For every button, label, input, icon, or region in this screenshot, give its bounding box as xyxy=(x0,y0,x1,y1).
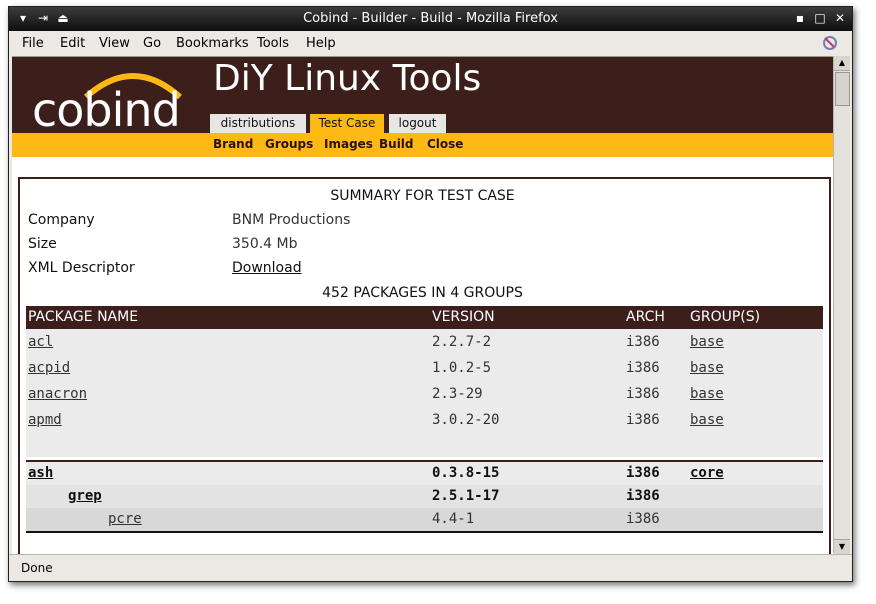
vertical-scrollbar[interactable]: ▲ ▼ xyxy=(833,56,850,554)
package-link[interactable]: acpid xyxy=(28,355,70,381)
site-title: DiY Linux Tools xyxy=(213,58,482,99)
arch-cell: i386 xyxy=(626,360,660,376)
menu-bar: File Edit View Go Bookmarks Tools Help xyxy=(9,31,852,55)
group-link[interactable]: base xyxy=(690,355,724,381)
xml-descriptor-label: XML Descriptor xyxy=(28,260,135,276)
menu-bookmarks[interactable]: Bookmarks xyxy=(176,36,249,51)
table-header: PACKAGE NAME VERSION ARCH GROUP(S) xyxy=(26,306,823,329)
table-row: acl 2.2.7-2 i386 base xyxy=(26,329,823,355)
tab-distributions[interactable]: distributions xyxy=(210,114,306,133)
tree-package-link[interactable]: grep xyxy=(68,485,102,508)
menu-view[interactable]: View xyxy=(99,36,130,51)
tab-test-case[interactable]: Test Case xyxy=(310,114,384,133)
table-row: acpid 1.0.2-5 i386 base xyxy=(26,355,823,381)
subnav-close[interactable]: Close xyxy=(427,137,463,151)
tree-package-link[interactable]: pcre xyxy=(108,508,142,531)
package-link[interactable]: acl xyxy=(28,329,53,355)
col-arch: ARCH xyxy=(626,309,665,325)
minimize-icon[interactable]: ▪ xyxy=(792,10,808,26)
col-groups: GROUP(S) xyxy=(690,309,761,325)
col-package-name: PACKAGE NAME xyxy=(28,309,139,325)
package-link[interactable]: anacron xyxy=(28,381,87,407)
summary-heading: SUMMARY FOR TEST CASE xyxy=(330,188,515,204)
table-row: anacron 2.3-29 i386 base xyxy=(26,381,823,407)
tree-row: ash 0.3.8-15 i386 core xyxy=(26,462,823,485)
version-cell: 1.0.2-5 xyxy=(432,360,492,376)
version-cell: 2.3-29 xyxy=(432,386,483,402)
site-logo[interactable]: cobind xyxy=(32,83,181,137)
table-spacer xyxy=(26,433,823,457)
table-row: apmd 3.0.2-20 i386 base xyxy=(26,407,823,433)
tree-package-link[interactable]: ash xyxy=(28,462,53,485)
menu-edit[interactable]: Edit xyxy=(60,36,85,51)
arch-cell: i386 xyxy=(626,386,660,402)
status-text: Done xyxy=(21,561,53,575)
menu-help[interactable]: Help xyxy=(306,36,336,51)
package-link[interactable]: apmd xyxy=(28,407,62,433)
maximize-icon[interactable]: □ xyxy=(812,10,828,26)
page-viewport: cobind DiY Linux Tools distributions Tes… xyxy=(12,56,833,554)
summary-panel: SUMMARY FOR TEST CASE Company BNM Produc… xyxy=(18,177,831,554)
tree-divider-bottom xyxy=(26,531,823,533)
subnav-build[interactable]: Build xyxy=(379,137,414,151)
version-cell: 2.2.7-2 xyxy=(432,334,492,350)
menu-tools[interactable]: Tools xyxy=(257,36,289,51)
throbber-icon xyxy=(823,36,837,50)
site-header: cobind DiY Linux Tools distributions Tes… xyxy=(12,57,833,137)
packages-heading: 452 PACKAGES IN 4 GROUPS xyxy=(322,285,523,301)
menu-go[interactable]: Go xyxy=(143,36,161,51)
arch-cell: i386 xyxy=(626,465,660,481)
version-cell: 3.0.2-20 xyxy=(432,412,500,428)
close-icon[interactable]: ✕ xyxy=(832,10,848,26)
arch-cell: i386 xyxy=(626,412,660,428)
download-link[interactable]: Download xyxy=(232,260,302,276)
col-version: VERSION xyxy=(432,309,495,325)
title-bar: ▾ ⇥ ⏏ Cobind - Builder - Build - Mozilla… xyxy=(9,7,852,31)
group-link[interactable]: base xyxy=(690,407,724,433)
scroll-down-icon[interactable]: ▼ xyxy=(834,539,850,554)
subnav-images[interactable]: Images xyxy=(324,137,373,151)
subnav-groups[interactable]: Groups xyxy=(265,137,313,151)
menu-file[interactable]: File xyxy=(22,36,44,51)
version-cell: 0.3.8-15 xyxy=(432,465,500,481)
group-link[interactable]: base xyxy=(690,329,724,355)
tree-row: pcre 4.4-1 i386 xyxy=(26,508,823,531)
company-value: BNM Productions xyxy=(232,212,351,228)
tree-row: grep 2.5.1-17 i386 xyxy=(26,485,823,508)
group-link[interactable]: base xyxy=(690,381,724,407)
subnav-brand[interactable]: Brand xyxy=(213,137,253,151)
size-label: Size xyxy=(28,236,57,252)
scroll-up-icon[interactable]: ▲ xyxy=(834,56,850,71)
arch-cell: i386 xyxy=(626,334,660,350)
browser-window: ▾ ⇥ ⏏ Cobind - Builder - Build - Mozilla… xyxy=(8,6,853,582)
company-label: Company xyxy=(28,212,95,228)
group-link[interactable]: core xyxy=(690,462,724,485)
arch-cell: i386 xyxy=(626,511,660,527)
tab-logout[interactable]: logout xyxy=(389,114,446,133)
version-cell: 4.4-1 xyxy=(432,511,475,527)
window-title: Cobind - Builder - Build - Mozilla Firef… xyxy=(303,11,558,26)
version-cell: 2.5.1-17 xyxy=(432,488,500,504)
arch-cell: i386 xyxy=(626,488,660,504)
status-bar: Done xyxy=(9,554,852,581)
sub-navigation: Brand Groups Images Build Close xyxy=(12,133,833,157)
scroll-thumb[interactable] xyxy=(835,72,850,106)
size-value: 350.4 Mb xyxy=(232,236,298,252)
